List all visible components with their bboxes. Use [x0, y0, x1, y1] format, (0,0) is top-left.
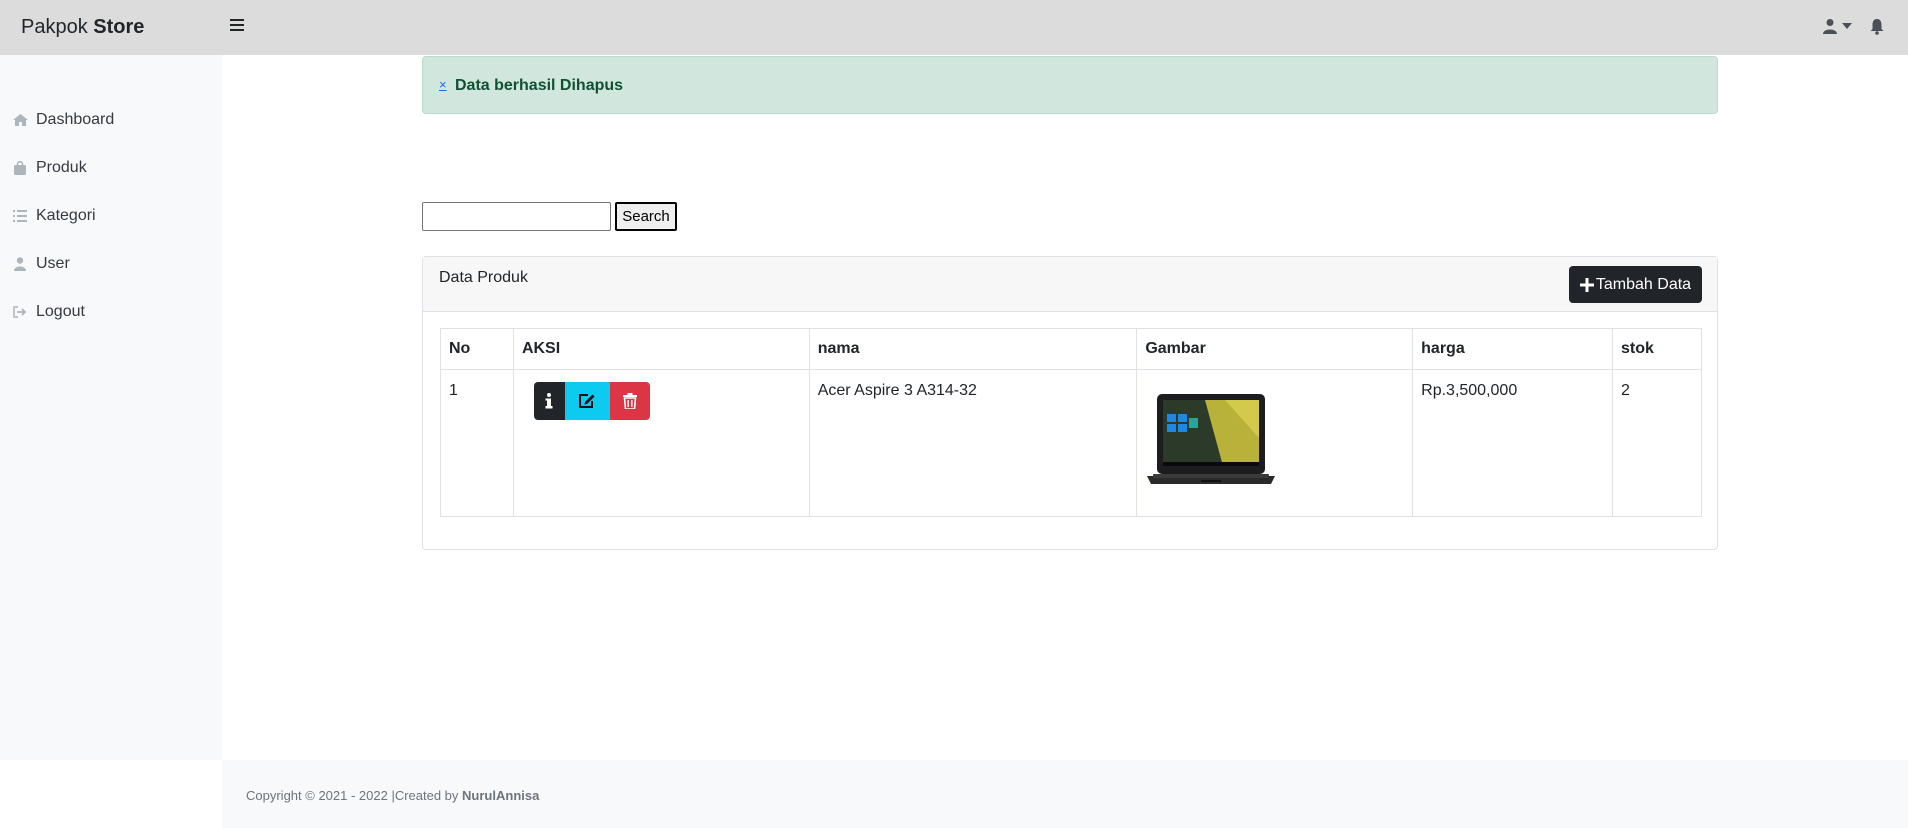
cell-harga: Rp.3,500,000: [1412, 369, 1614, 517]
column-header-nama: nama: [808, 328, 1138, 370]
alert-message: Data berhasil Dihapus: [455, 77, 624, 94]
add-data-button[interactable]: Tambah Data: [1569, 266, 1702, 303]
footer-text: Copyright © 2021 - 2022 |Created by Nuru…: [246, 788, 539, 803]
brand-name-bold: Store: [93, 16, 145, 38]
delete-button[interactable]: [609, 382, 650, 420]
sidebar-item-label: Logout: [36, 303, 85, 320]
list-icon: [12, 210, 28, 222]
table-row: 1 Acer Aspire 3 A314-32 Rp.3,500,000 2: [440, 369, 1702, 517]
edit-icon: [579, 394, 595, 408]
alert-close-button[interactable]: ×: [439, 77, 447, 92]
info-icon: [545, 393, 553, 409]
footer-copyright: Copyright © 2021 - 2022 |Created by: [246, 788, 459, 803]
card-header: Data Produk Tambah Data: [423, 257, 1717, 312]
edit-button[interactable]: [564, 382, 610, 420]
sidebar-item-kategori[interactable]: Kategori: [12, 204, 96, 228]
menu-toggle-icon[interactable]: [230, 19, 244, 31]
sidebar-item-dashboard[interactable]: Dashboard: [12, 108, 114, 132]
bell-icon[interactable]: [1869, 18, 1885, 40]
caret-down-icon: [1842, 23, 1852, 29]
logout-icon: [12, 306, 28, 318]
sidebar-item-label: Dashboard: [36, 111, 115, 128]
home-icon: [12, 114, 28, 126]
detail-button[interactable]: [533, 382, 565, 420]
laptop-image: [1147, 394, 1276, 484]
column-header-no: No: [440, 328, 514, 370]
cell-stok: 2: [1612, 369, 1702, 517]
table-header-row: No AKSI nama Gambar harga stok: [440, 328, 1702, 370]
sidebar-item-logout[interactable]: Logout: [12, 300, 85, 324]
sidebar-item-produk[interactable]: Produk: [12, 156, 87, 180]
footer-author-link[interactable]: NurulAnnisa: [462, 788, 539, 803]
cell-gambar: [1136, 369, 1414, 517]
column-header-aksi: AKSI: [512, 328, 810, 370]
column-header-stok: stok: [1612, 328, 1702, 370]
sidebar-item-label: User: [36, 255, 70, 272]
search-button[interactable]: Search: [615, 202, 677, 231]
search-input[interactable]: [422, 202, 611, 231]
add-data-label: Tambah Data: [1595, 275, 1692, 293]
cell-nama: Acer Aspire 3 A314-32: [808, 369, 1138, 517]
plus-icon: [1579, 277, 1594, 292]
user-icon: [1823, 19, 1837, 34]
sidebar-item-label: Produk: [36, 159, 87, 176]
sidebar-item-user[interactable]: User: [12, 252, 70, 276]
cell-aksi: [512, 369, 810, 517]
card-title: Data Produk: [439, 269, 528, 286]
user-icon: [12, 257, 28, 271]
top-navbar: Pakpok Store: [0, 0, 1908, 55]
sidebar: Dashboard Produk Kategori User Logout: [0, 55, 222, 760]
cell-no: 1: [440, 369, 514, 517]
action-button-group: [533, 382, 801, 420]
column-header-harga: harga: [1412, 328, 1614, 370]
sidebar-item-label: Kategori: [36, 207, 96, 224]
user-dropdown-button[interactable]: [1822, 18, 1852, 34]
product-card: Data Produk Tambah Data No AKSI nama Gam…: [422, 256, 1718, 550]
bag-icon: [12, 161, 28, 175]
brand-logo[interactable]: Pakpok Store: [21, 16, 144, 39]
footer: Copyright © 2021 - 2022 |Created by Nuru…: [222, 760, 1908, 828]
success-alert: × Data berhasil Dihapus: [422, 56, 1718, 114]
column-header-gambar: Gambar: [1136, 328, 1414, 370]
trash-icon: [622, 393, 637, 409]
brand-name-regular: Pakpok: [21, 16, 88, 38]
product-table: No AKSI nama Gambar harga stok 1 Acer As…: [440, 328, 1702, 517]
